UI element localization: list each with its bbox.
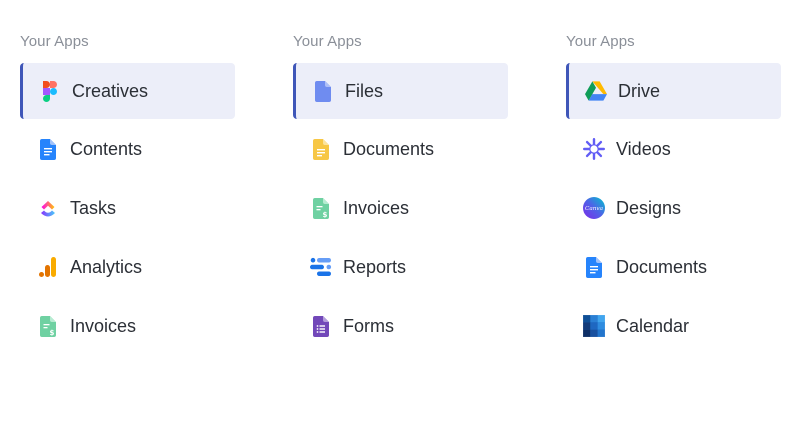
- app-label: Designs: [616, 197, 682, 218]
- google-sheets-icon: $: [37, 315, 59, 337]
- app-label: Videos: [616, 138, 671, 159]
- data-studio-icon: [310, 256, 332, 278]
- app-item-analytics[interactable]: Analytics: [20, 239, 235, 295]
- file-icon: [312, 80, 334, 102]
- app-item-tasks[interactable]: Tasks: [20, 180, 235, 236]
- app-item-creatives[interactable]: Creatives: [20, 63, 235, 119]
- app-item-reports[interactable]: Reports: [293, 239, 508, 295]
- app-label: Tasks: [70, 197, 117, 218]
- outlook-calendar-icon: [583, 314, 605, 338]
- clickup-icon: [37, 197, 59, 219]
- section-heading: Your Apps: [566, 33, 635, 50]
- app-label: Documents: [343, 138, 435, 159]
- app-item-videos[interactable]: Videos: [566, 121, 781, 177]
- app-label: Documents: [616, 256, 708, 277]
- figma-icon: [39, 80, 61, 102]
- app-label: Contents: [70, 138, 143, 159]
- section-heading: Your Apps: [293, 33, 362, 50]
- app-item-designs[interactable]: Canva Designs: [566, 180, 781, 236]
- google-sheets-icon: $: [310, 197, 332, 219]
- google-drive-icon: [585, 80, 607, 102]
- app-label: Creatives: [72, 80, 149, 101]
- app-item-invoices[interactable]: $ Invoices: [293, 180, 508, 236]
- app-label: Drive: [618, 80, 661, 101]
- app-item-drive[interactable]: Drive: [566, 63, 781, 119]
- svg-text:$: $: [323, 211, 328, 219]
- app-item-forms[interactable]: Forms: [293, 298, 508, 354]
- app-item-documents[interactable]: Documents: [293, 121, 508, 177]
- google-docs-icon: [583, 256, 605, 278]
- section-heading: Your Apps: [20, 33, 89, 50]
- app-item-invoices[interactable]: $ Invoices: [20, 298, 235, 354]
- app-label: Files: [345, 80, 384, 101]
- loom-icon: [583, 138, 605, 160]
- google-forms-icon: [310, 315, 332, 337]
- app-label: Reports: [343, 256, 407, 277]
- app-label: Forms: [343, 315, 394, 336]
- svg-text:$: $: [50, 329, 55, 337]
- app-item-documents[interactable]: Documents: [566, 239, 781, 295]
- app-item-contents[interactable]: Contents: [20, 121, 235, 177]
- app-label: Invoices: [70, 315, 137, 336]
- app-item-calendar[interactable]: Calendar: [566, 298, 781, 354]
- app-label: Invoices: [343, 197, 410, 218]
- google-docs-icon: [37, 138, 59, 160]
- google-analytics-icon: [37, 256, 59, 278]
- app-label: Calendar: [616, 315, 690, 336]
- google-keep-icon: [310, 138, 332, 160]
- canva-wordmark: Canva: [585, 206, 603, 212]
- app-item-files[interactable]: Files: [293, 63, 508, 119]
- app-label: Analytics: [70, 256, 143, 277]
- canva-icon: Canva: [583, 197, 605, 219]
